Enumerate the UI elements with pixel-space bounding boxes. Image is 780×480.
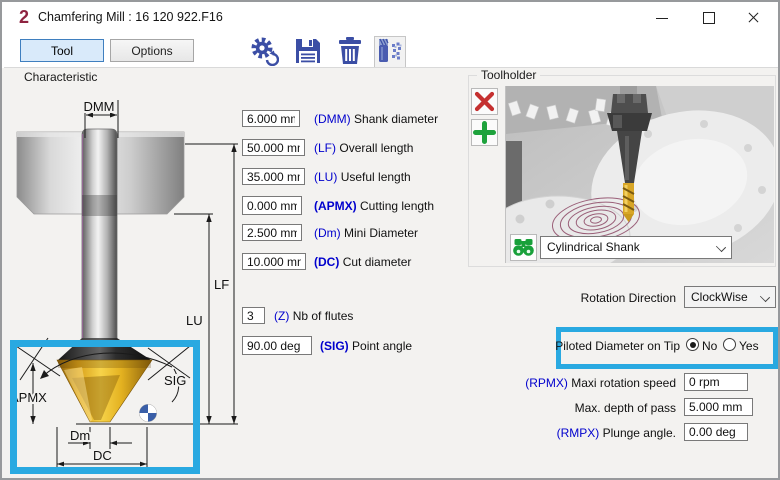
- tool-simulation-icon[interactable]: [374, 36, 406, 68]
- window-title: Chamfering Mill : 16 120 922.F16: [38, 10, 223, 24]
- piloted-yes-label: Yes: [739, 339, 759, 353]
- maximize-button[interactable]: [691, 6, 725, 30]
- mini-diameter-label: Dm Mini Diameter: [314, 226, 418, 240]
- max-depth-pass-label: Max. depth of pass: [442, 401, 676, 415]
- dim-label-sig: SIG: [164, 373, 186, 388]
- useful-length-label: LU Useful length: [314, 170, 411, 184]
- minimize-icon: [656, 18, 668, 19]
- dim-label-dc: DC: [93, 448, 112, 463]
- piloted-no-label: No: [702, 339, 717, 353]
- tool-diagram: DMM LF LU APMX SIG Dm DC: [2, 82, 242, 480]
- title-bar: 2 Chamfering Mill : 16 120 922.F16: [2, 2, 778, 34]
- tab-tool[interactable]: Tool: [20, 39, 104, 62]
- rotation-direction-label: Rotation Direction: [472, 291, 676, 305]
- toolholder-group: Toolholder: [468, 75, 776, 267]
- chevron-down-icon: [716, 242, 726, 252]
- plunge-angle-input[interactable]: [684, 423, 748, 441]
- shank-type-combobox[interactable]: Cylindrical Shank: [540, 236, 732, 259]
- window: 2 Chamfering Mill : 16 120 922.F16 Tool …: [0, 0, 780, 480]
- overall-length-input[interactable]: [242, 139, 305, 156]
- toolholder-group-label: Toolholder: [477, 68, 540, 82]
- overall-length-label: LF Overall length: [314, 141, 413, 155]
- maxi-rotation-speed-label: RPMX Maxi rotation speed: [442, 376, 676, 390]
- dim-label-dmm: DMM: [83, 99, 114, 114]
- nb-flutes-label: Z Nb of flutes: [274, 309, 353, 323]
- dim-label-dm: Dm: [70, 428, 90, 443]
- nb-flutes-input[interactable]: [242, 307, 265, 324]
- dim-label-lf: LF: [214, 277, 229, 292]
- toolholder-add-button[interactable]: [471, 119, 498, 146]
- mini-diameter-input[interactable]: [242, 224, 302, 241]
- cutting-length-input[interactable]: [242, 196, 302, 215]
- cut-diameter-label: DC Cut diameter: [314, 255, 411, 269]
- toolholder-search-button[interactable]: [510, 234, 537, 261]
- recompute-gear-icon[interactable]: [249, 36, 279, 66]
- shank-diameter-input[interactable]: [242, 110, 300, 127]
- plunge-angle-label: RMPX Plunge angle.: [442, 426, 676, 440]
- rotation-direction-combobox[interactable]: ClockWise: [684, 286, 776, 308]
- dim-label-apmx: APMX: [10, 390, 47, 405]
- close-button[interactable]: [736, 6, 770, 30]
- dim-label-lu: LU: [186, 313, 203, 328]
- piloted-diameter-label: Piloted Diameter on Tip: [502, 339, 680, 353]
- binoculars-icon: [511, 235, 536, 260]
- chevron-down-icon: [760, 292, 770, 302]
- shank-diameter-label: DMM Shank diameter: [314, 112, 438, 126]
- point-angle-input[interactable]: [242, 336, 312, 355]
- cutting-length-label: APMX Cutting length: [314, 199, 434, 213]
- maxi-rotation-speed-input[interactable]: [684, 373, 748, 391]
- point-angle-label: SIG Point angle: [320, 339, 412, 353]
- tab-options[interactable]: Options: [110, 39, 194, 62]
- app-logo-icon: 2: [15, 7, 33, 27]
- useful-length-input[interactable]: [242, 168, 305, 185]
- save-icon[interactable]: [293, 36, 323, 66]
- content-area: Characteristic: [2, 68, 780, 480]
- cut-diameter-input[interactable]: [242, 253, 306, 270]
- maximize-icon: [703, 12, 715, 24]
- piloted-no-radio[interactable]: [686, 338, 699, 351]
- toolholder-delete-button[interactable]: [471, 88, 498, 115]
- piloted-yes-radio[interactable]: [723, 338, 736, 351]
- minimize-button[interactable]: [645, 6, 679, 30]
- delete-trash-icon[interactable]: [335, 36, 365, 66]
- max-depth-pass-input[interactable]: [684, 398, 753, 416]
